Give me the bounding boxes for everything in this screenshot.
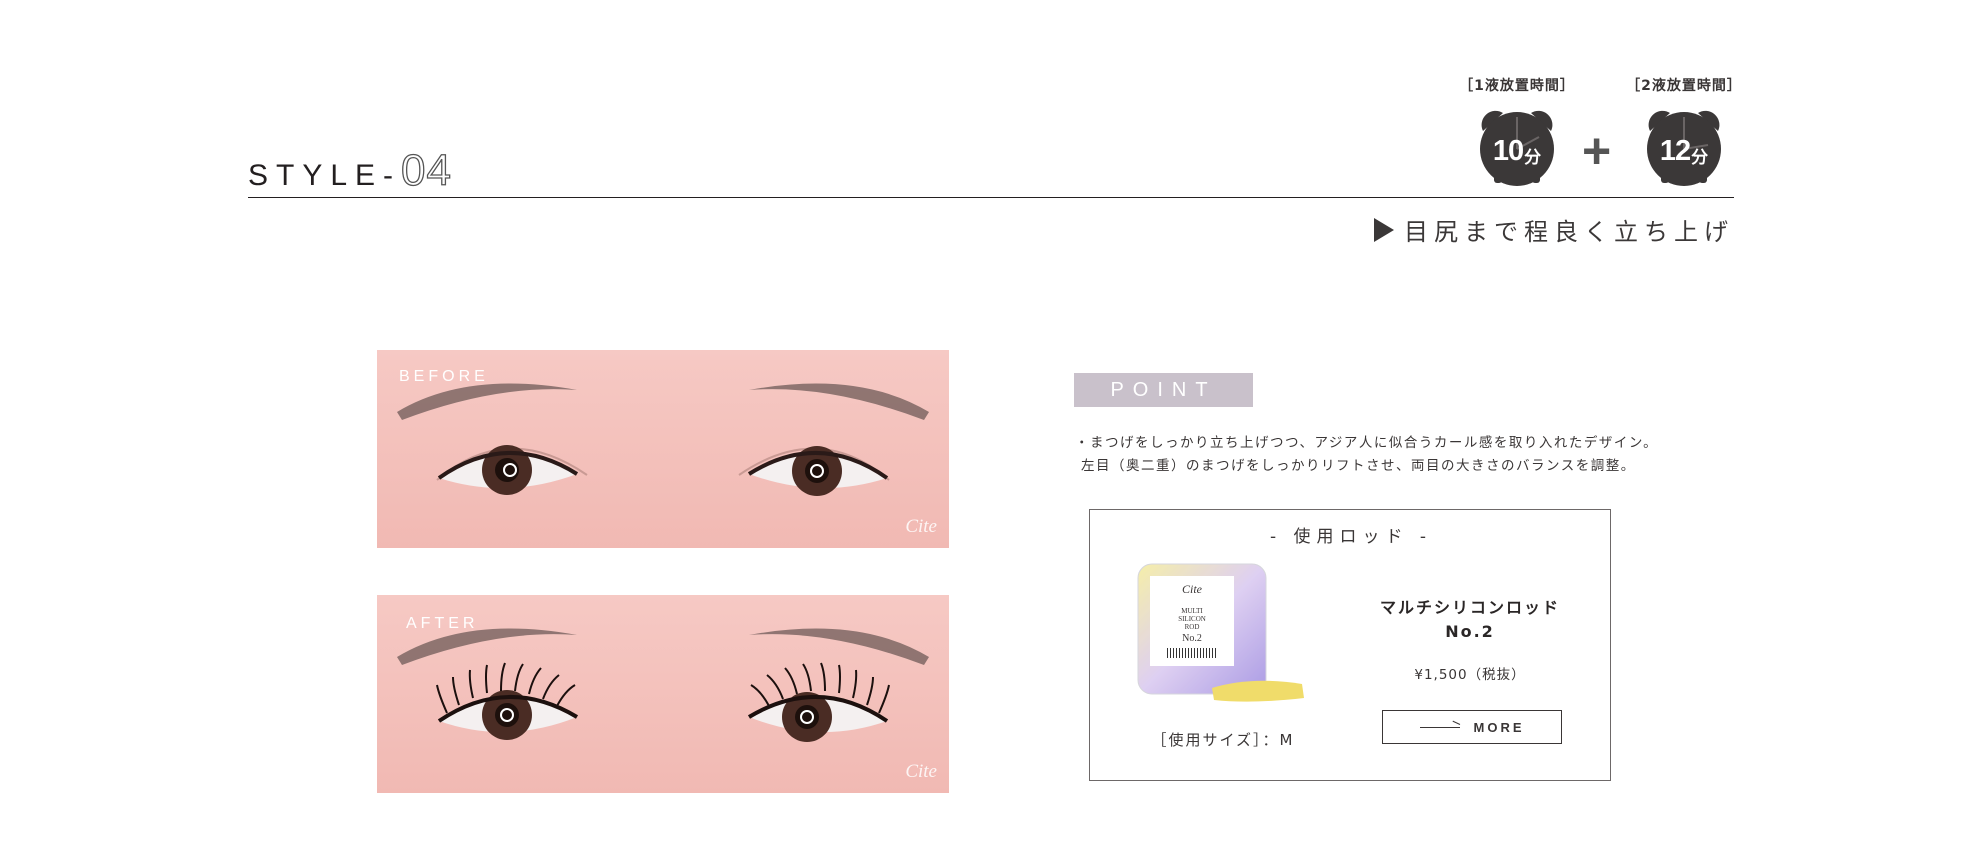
before-photo: BEFORE Cite — [377, 350, 949, 548]
point-badge: POINT — [1074, 373, 1253, 407]
more-button[interactable]: MORE — [1382, 710, 1562, 744]
brand-watermark: Cite — [905, 761, 937, 782]
timer-1-minutes: 10 — [1492, 134, 1524, 167]
after-photo: AFTER Cite — [377, 595, 949, 793]
point-description: ・まつげをしっかり立ち上げつつ、アジア人に似合うカール感を取り入れたデザイン。 … — [1075, 432, 1658, 478]
point-line-1: ・まつげをしっかり立ち上げつつ、アジア人に似合うカール感を取り入れたデザイン。 — [1075, 435, 1659, 451]
barcode-icon — [1167, 648, 1217, 658]
rod-name-line1: マルチシリコンロッド — [1379, 598, 1560, 617]
timer-2-label: ［2液放置時間］ — [1626, 78, 1742, 94]
timer-1-value: 10 分 — [1477, 111, 1557, 191]
rod-name-line2: No.2 — [1445, 622, 1495, 641]
rod-package-line1: MULTI — [1181, 607, 1203, 615]
rod-package-line3: ROD — [1184, 623, 1200, 631]
more-button-label: MORE — [1473, 719, 1525, 735]
style-subtitle: 目尻まで程良く立ち上げ — [1374, 212, 1734, 247]
timer-2-clock: 12 分 — [1644, 107, 1724, 187]
style-subtitle-text: 目尻まで程良く立ち上げ — [1404, 218, 1734, 246]
style-number: 04 — [400, 145, 452, 195]
rod-card: - 使用ロッド - Cite MULTI SILICON ROD No.2 ［使… — [1089, 509, 1611, 781]
timer-2-minutes: 12 — [1659, 134, 1691, 167]
timer-1-unit: 分 — [1524, 147, 1542, 167]
header-divider — [248, 197, 1734, 198]
timer-2-value: 12 分 — [1644, 111, 1724, 191]
timer-plus-sign: + — [1582, 123, 1612, 179]
timer-2-unit: 分 — [1691, 147, 1709, 167]
rod-name: マルチシリコンロッド No.2 — [1370, 596, 1570, 644]
style-prefix: STYLE- — [248, 159, 402, 192]
brand-watermark: Cite — [905, 516, 937, 537]
play-triangle-icon — [1374, 217, 1394, 242]
rod-package-number: No.2 — [1182, 633, 1202, 644]
arrow-right-icon — [1419, 726, 1460, 728]
timer-1-label: ［1液放置時間］ — [1459, 78, 1575, 94]
timer-1-clock: 10 分 — [1477, 107, 1557, 187]
rod-package-brand: Cite — [1182, 582, 1202, 596]
rod-heading: - 使用ロッド - — [1269, 527, 1433, 547]
style-title: STYLE- 04 — [248, 145, 452, 195]
rod-package-line2: SILICON — [1178, 615, 1206, 623]
before-label: BEFORE — [399, 368, 489, 385]
rod-package-label: Cite MULTI SILICON ROD No.2 — [1150, 582, 1234, 658]
rod-size: ［使用サイズ］：M — [1151, 731, 1295, 749]
rod-product-image: Cite MULTI SILICON ROD No.2 — [1132, 560, 1314, 710]
after-label: AFTER — [406, 615, 479, 632]
rod-price: ¥1,500（税抜） — [1414, 667, 1526, 683]
point-line-2: 左目（奥二重）のまつげをしっかりリフトさせ、両目の大きさのバランスを調整。 — [1081, 458, 1636, 474]
